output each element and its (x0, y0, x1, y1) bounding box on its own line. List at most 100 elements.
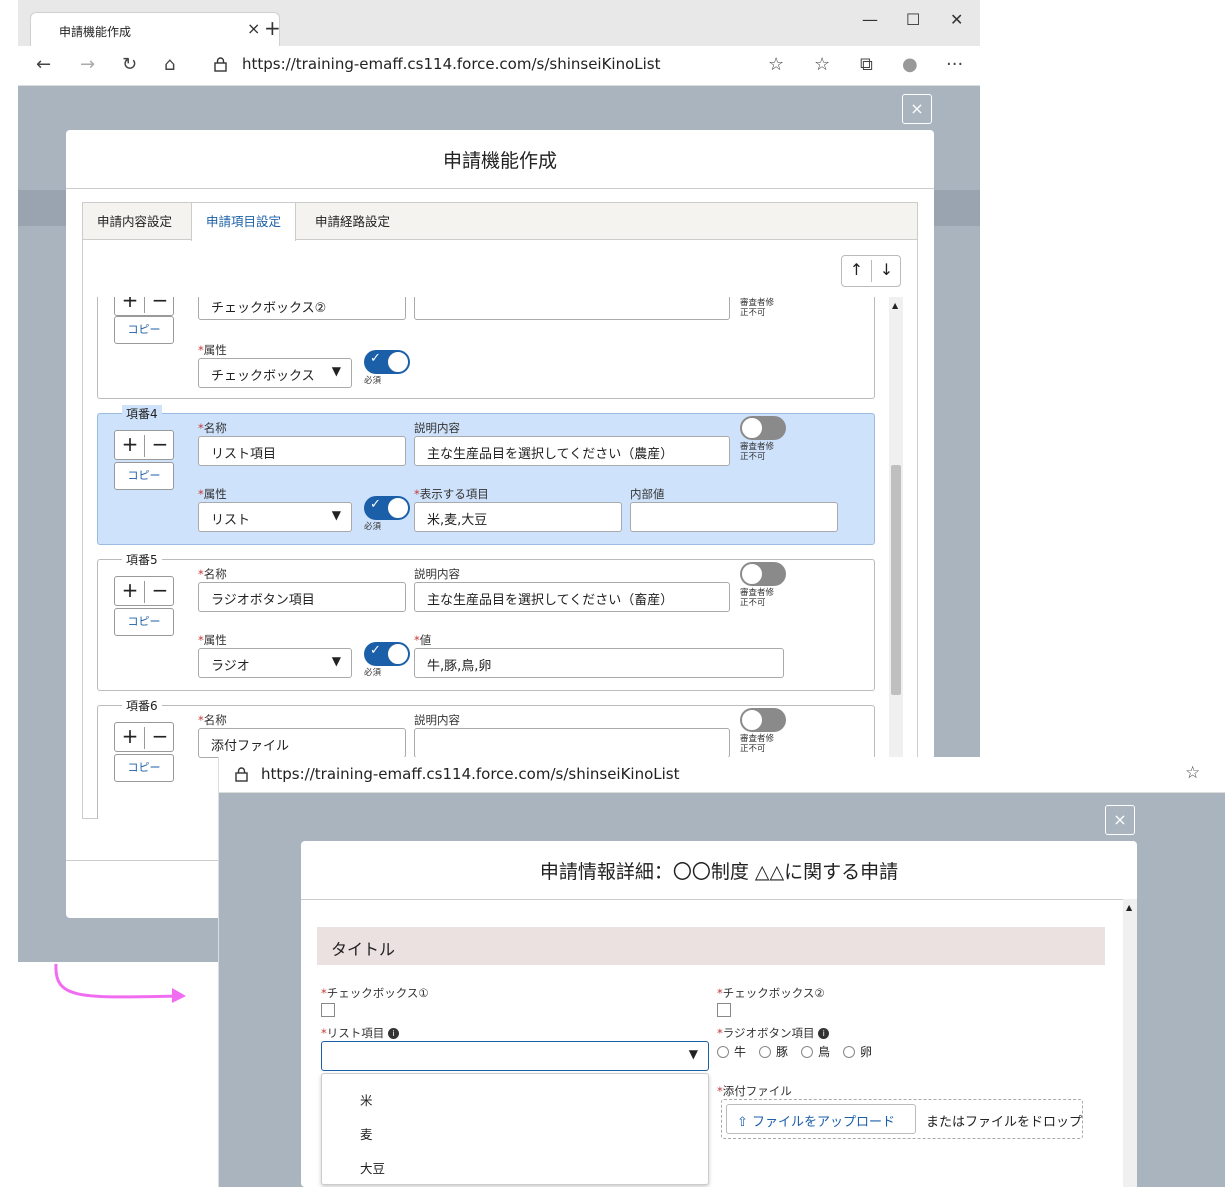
radio-option[interactable]: 鳥 (801, 1043, 830, 1060)
remove-button[interactable]: − (145, 724, 175, 748)
attribute-select[interactable]: リスト ▼ (198, 502, 352, 532)
display-items-field[interactable]: 米,麦,大豆 (414, 502, 622, 532)
add-button[interactable]: + (115, 724, 145, 748)
browser-window-2: https://training-emaff.cs114.force.com/s… (218, 757, 1225, 1187)
description-field[interactable] (414, 728, 730, 758)
checkbox1[interactable] (321, 1003, 335, 1017)
required-toggle[interactable]: ✓ (364, 642, 410, 666)
tab-route-settings[interactable]: 申請経路設定 (301, 203, 404, 240)
modal-close-button[interactable]: × (902, 94, 932, 124)
description-label: 説明内容 (414, 421, 460, 435)
scrollbar[interactable]: ▲ (889, 297, 903, 819)
name-field[interactable]: リスト項目 (198, 436, 406, 466)
remove-button[interactable]: − (145, 432, 175, 456)
modal-close-button[interactable]: × (1105, 805, 1135, 835)
description-field[interactable]: 主な生産品目を選択してください（畜産） (414, 582, 730, 612)
internal-value-field[interactable] (630, 502, 838, 532)
attribute-label: *属性 (198, 343, 227, 357)
section-title: タイトル (331, 940, 396, 959)
copy-button[interactable]: コピー (114, 462, 174, 490)
favorites-icon[interactable]: ☆ (814, 54, 830, 75)
attribute-select[interactable]: チェックボックス ▼ (198, 358, 352, 388)
refresh-icon[interactable]: ↻ (122, 54, 137, 75)
radio-option[interactable]: 牛 (717, 1043, 746, 1060)
chevron-down-icon: ▼ (688, 1047, 698, 1061)
address-bar: ← → ↻ ⌂ https://training-emaff.cs114.for… (18, 46, 980, 86)
file-drop-zone[interactable]: ⇧ ファイルをアップロード またはファイルをドロップ (721, 1099, 1083, 1139)
maximize-icon[interactable]: ☐ (906, 10, 920, 29)
window-close-icon[interactable]: ✕ (950, 10, 963, 29)
check-icon: ✓ (370, 643, 381, 658)
tab-content-settings[interactable]: 申請内容設定 (83, 203, 186, 240)
scroll-up-icon[interactable]: ▲ (1126, 903, 1132, 912)
profile-icon[interactable]: ● (902, 54, 918, 75)
name-field[interactable]: ラジオボタン項目 (198, 582, 406, 612)
back-icon[interactable]: ← (36, 54, 51, 75)
url-text[interactable]: https://training-emaff.cs114.force.com/s… (242, 55, 661, 73)
item-list: + − コピー チェックボックス② 審査者修 正不可 *属性 チェックボックス ▼ … (83, 297, 903, 819)
copy-button[interactable]: コピー (114, 316, 174, 344)
browser-tab[interactable]: 申請機能作成 × (30, 12, 280, 48)
reviewer-edit-label: 審査者修 正不可 (740, 734, 775, 754)
radio-option[interactable]: 豚 (759, 1043, 788, 1060)
copy-button[interactable]: コピー (114, 754, 174, 782)
info-icon[interactable]: i (387, 1028, 399, 1039)
scroll-thumb[interactable] (891, 465, 901, 695)
info-icon[interactable]: i (818, 1028, 830, 1039)
more-icon[interactable]: ··· (946, 54, 963, 75)
remove-button[interactable]: − (145, 297, 175, 312)
tab-item-settings[interactable]: 申請項目設定 (191, 203, 297, 241)
new-tab-icon[interactable]: + (264, 16, 281, 40)
reviewer-edit-label: 審査者修 正不可 (740, 442, 775, 462)
reorder-buttons: ↑ ↓ (841, 255, 901, 287)
value-field[interactable]: 牛,豚,鳥,卵 (414, 648, 784, 678)
file-label: *添付ファイル (717, 1084, 792, 1098)
forward-icon[interactable]: → (80, 54, 95, 75)
required-toggle[interactable]: ✓ (364, 496, 410, 520)
name-field[interactable]: 添付ファイル (198, 728, 406, 758)
checkbox2[interactable] (717, 1003, 731, 1017)
tab-bar: 申請機能作成 × + — ☐ ✕ (18, 0, 980, 48)
dropdown-option[interactable]: 米 (360, 1090, 373, 1109)
move-up-button[interactable]: ↑ (842, 260, 871, 279)
name-field[interactable]: チェックボックス② (198, 297, 406, 320)
transition-arrow-icon (54, 963, 186, 1003)
tab-close-icon[interactable]: × (247, 19, 260, 38)
remove-button[interactable]: − (145, 578, 175, 602)
check-icon: ✓ (370, 351, 381, 366)
item-card: 項番4 + − コピー *名称 リスト項目 説明内容 主な生産品目を選択してくだ… (97, 405, 875, 545)
copy-button[interactable]: コピー (114, 608, 174, 636)
favorite-star-icon[interactable]: ☆ (768, 54, 784, 75)
attribute-select[interactable]: ラジオ ▼ (198, 648, 352, 678)
modal-tabs: 申請内容設定 申請項目設定 申請経路設定 (82, 202, 918, 241)
scrollbar[interactable]: ▲ (1123, 899, 1137, 1187)
add-button[interactable]: + (115, 432, 145, 456)
favorite-star-icon[interactable]: ☆ (1185, 763, 1200, 783)
radio-option[interactable]: 卵 (843, 1043, 872, 1060)
move-down-button[interactable]: ↓ (872, 260, 901, 279)
divider (301, 899, 1137, 900)
required-toggle[interactable]: ✓ (364, 350, 410, 374)
scroll-up-icon[interactable]: ▲ (892, 301, 898, 310)
required-label: 必須 (364, 376, 382, 386)
item-number: 項番5 (122, 551, 162, 568)
reviewer-edit-toggle[interactable] (740, 416, 786, 440)
reviewer-edit-toggle[interactable] (740, 708, 786, 732)
dropdown-option[interactable]: 大豆 (360, 1158, 385, 1177)
list-item-select[interactable]: ▼ (321, 1041, 709, 1071)
add-button[interactable]: + (115, 297, 145, 312)
description-field[interactable]: 主な生産品目を選択してください（農産） (414, 436, 730, 466)
item-number: 項番6 (122, 697, 162, 714)
tab-title: 申請機能作成 (59, 25, 132, 39)
home-icon[interactable]: ⌂ (164, 54, 175, 75)
url-text[interactable]: https://training-emaff.cs114.force.com/s… (261, 765, 680, 783)
dropdown-option[interactable]: 麦 (360, 1124, 373, 1143)
description-field[interactable] (414, 297, 730, 320)
add-button[interactable]: + (115, 578, 145, 602)
description-label: 説明内容 (414, 567, 460, 581)
internal-value-label: 内部値 (630, 487, 665, 501)
upload-button[interactable]: ⇧ ファイルをアップロード (726, 1104, 916, 1134)
reviewer-edit-toggle[interactable] (740, 562, 786, 586)
minimize-icon[interactable]: — (862, 10, 878, 29)
collections-icon[interactable]: ⧉ (860, 54, 873, 75)
